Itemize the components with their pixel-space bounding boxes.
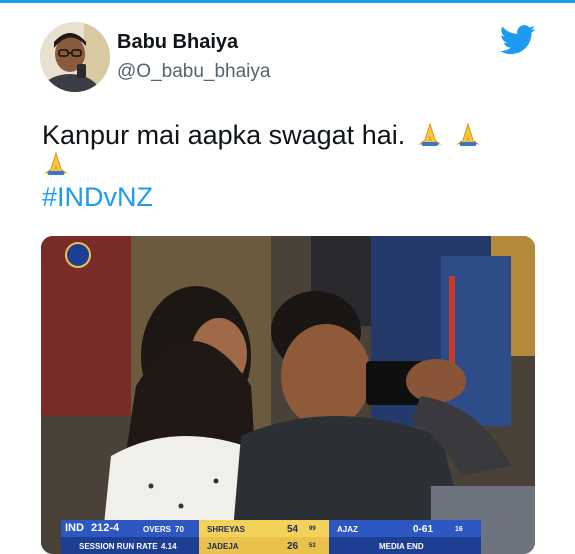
bcci-crest-icon <box>65 242 91 268</box>
tweet-text: Kanpur mai aapka swagat hai. <box>42 117 542 158</box>
folded-hands-icon <box>454 120 482 158</box>
overs-value: 70 <box>175 525 184 534</box>
bowler-figures: 0-61 <box>413 524 434 535</box>
batter1-balls: 99 <box>309 526 316 532</box>
batter1-runs: 54 <box>287 524 299 535</box>
hashtag-link[interactable]: #INDvNZ <box>42 182 153 213</box>
avatar[interactable] <box>40 22 110 92</box>
session-label: SESSION RUN RATE <box>79 542 158 551</box>
scoreboard: IND 212-4 OVERS 70 SESSION RUN RATE 4.14… <box>61 520 481 554</box>
batter2-name: JADEJA <box>207 542 239 551</box>
author-handle[interactable]: @O_babu_bhaiya <box>117 61 270 83</box>
batter2-balls: 53 <box>309 543 316 549</box>
status-text: MEDIA END <box>379 542 424 551</box>
team-score: 212-4 <box>91 522 120 534</box>
folded-hands-icon <box>42 149 70 182</box>
tweet-card: Babu Bhaiya @O_babu_bhaiya Kanpur mai aa… <box>0 3 575 554</box>
media-image <box>41 236 535 554</box>
batter1-name: SHREYAS <box>207 525 245 534</box>
folded-hands-icon <box>416 120 444 158</box>
tweet-body: Kanpur mai aapka swagat hai. <box>42 120 406 150</box>
bowler-name: AJAZ <box>337 525 358 534</box>
overs-label: OVERS <box>143 525 172 534</box>
batter2-runs: 26 <box>287 541 299 552</box>
session-rate: 4.14 <box>161 542 177 551</box>
team-name: IND <box>65 522 84 534</box>
twitter-bird-icon[interactable] <box>499 25 536 55</box>
tweet-media[interactable]: IND 212-4 OVERS 70 SESSION RUN RATE 4.14… <box>41 236 535 554</box>
author-display-name[interactable]: Babu Bhaiya <box>117 31 238 54</box>
avatar-image <box>40 22 110 92</box>
emoji-line <box>42 149 70 182</box>
bowler-overs: 16 <box>455 526 463 533</box>
